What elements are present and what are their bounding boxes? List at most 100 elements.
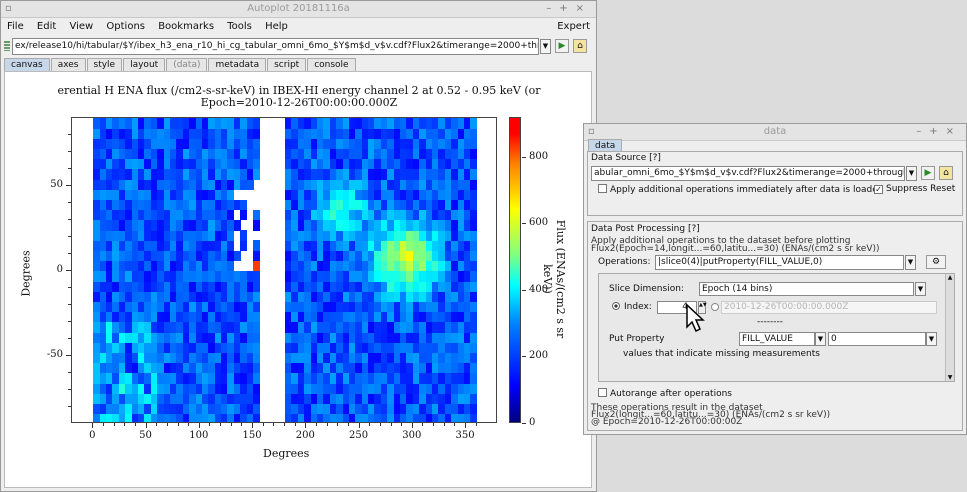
x-minor-tick <box>124 423 126 426</box>
data-window-menu-icon[interactable]: ▫ <box>588 124 595 140</box>
data-source-folder-icon[interactable]: ⌂ <box>939 166 953 180</box>
data-source-input[interactable]: abular_omni_6mo_$Y$m$d_v$v.cdf?Flux2&tim… <box>591 166 905 181</box>
tab-style[interactable]: style <box>86 58 123 71</box>
uri-input[interactable]: ex/release10/hi/tabular/$Y/ibex_h3_ena_r… <box>12 38 539 55</box>
heatmap-cell <box>240 199 248 211</box>
x-tick-label: 300 <box>402 430 422 441</box>
y-minor-tick <box>68 219 71 220</box>
x-tick-label: 350 <box>455 430 475 441</box>
checkbox-box-icon[interactable] <box>598 184 607 193</box>
menu-bookmarks[interactable]: Bookmarks <box>158 21 214 32</box>
post-processing-label[interactable]: Data Post Processing [?] <box>591 224 700 234</box>
result-line-3: @ Epoch=2010-12-26T00:00:00Z <box>591 417 743 427</box>
index-radio[interactable]: Index: <box>612 302 652 312</box>
colorbar-label: Flux (ENAs/(cm2 s sr keV)) <box>541 219 567 339</box>
operations-dropdown-icon[interactable]: ▼ <box>905 255 916 270</box>
x-tick-label: 250 <box>349 430 369 441</box>
window-menu-icon[interactable]: ▫ <box>5 1 12 17</box>
put-property-value-dropdown-icon[interactable]: ▼ <box>926 332 937 346</box>
operations-input[interactable]: |slice0(4)|putProperty(FILL_VALUE,0) <box>655 255 904 270</box>
x-minor-tick <box>379 423 381 426</box>
y-minor-tick <box>68 253 71 254</box>
radio-selected-icon[interactable] <box>612 302 620 310</box>
put-property-name-dropdown-icon[interactable]: ▼ <box>815 332 826 346</box>
slice-dimension-select[interactable]: Epoch (14 bins) <box>699 282 914 296</box>
heatmap-cell <box>470 220 478 231</box>
apply-ops-checkbox[interactable]: Apply additional operations immediately … <box>598 184 883 195</box>
autorange-checkbox[interactable]: Autorange after operations <box>598 388 732 399</box>
drag-handle-icon[interactable] <box>4 41 10 51</box>
x-minor-tick <box>454 423 456 426</box>
browse-folder-icon[interactable]: ⌂ <box>573 39 587 53</box>
tab-script[interactable]: script <box>267 58 307 71</box>
plot-canvas[interactable]: erential H ENA flux (/cm2-s-sr-keV) in I… <box>4 71 592 488</box>
checkbox-box-icon[interactable] <box>598 388 607 397</box>
main-tabs: canvas axes style layout (data) metadata scrip… <box>4 58 357 71</box>
put-property-value-select[interactable]: 0 <box>828 332 926 346</box>
put-property-name-select[interactable]: FILL_VALUE <box>739 332 815 346</box>
window-title: Autoplot 20181116a <box>247 3 350 14</box>
expert-toggle[interactable]: Expert <box>557 18 590 35</box>
heatmap-cell <box>253 322 260 333</box>
colorbar-tick-label: 800 <box>529 150 549 162</box>
editor-scrollbar[interactable]: ▲ ▼ <box>945 274 954 381</box>
go-play-icon[interactable]: ▶ <box>555 39 569 53</box>
y-axis-label: Degrees <box>19 250 33 297</box>
heatmap-cell <box>253 281 260 292</box>
data-source-dropdown-icon[interactable]: ▼ <box>906 166 917 181</box>
menu-tools[interactable]: Tools <box>227 21 252 32</box>
x-tick-label: 100 <box>189 430 209 441</box>
checkmark-icon[interactable]: ✓ <box>874 185 883 194</box>
tab-metadata[interactable]: metadata <box>208 58 267 71</box>
tab-axes[interactable]: axes <box>50 58 86 71</box>
menu-view[interactable]: View <box>69 21 93 32</box>
time-radio-icon[interactable] <box>711 303 719 311</box>
x-minor-tick <box>475 423 477 426</box>
y-minor-tick <box>68 321 71 322</box>
heatmap-cell <box>253 148 260 160</box>
heatmap-cell <box>253 138 260 150</box>
heatmap-plot-area[interactable] <box>71 117 497 423</box>
tab-canvas[interactable]: canvas <box>4 58 50 71</box>
put-property-label: Put Property <box>609 334 665 344</box>
menu-edit[interactable]: Edit <box>37 21 56 32</box>
data-window-controls[interactable]: –+× <box>916 124 962 140</box>
heatmap-cell <box>470 250 478 262</box>
x-minor-tick <box>113 423 115 426</box>
operations-edit-icon[interactable]: ⚙ <box>926 255 946 269</box>
x-minor-tick <box>188 423 190 426</box>
heatmap-cell <box>470 138 478 150</box>
heatmap-cell <box>470 271 478 282</box>
index-label: Index: <box>624 302 652 312</box>
x-minor-tick <box>262 423 264 426</box>
heatmap-cell <box>253 301 260 313</box>
y-tick-label: -50 <box>46 349 63 360</box>
heatmap-cell <box>470 148 478 160</box>
window-controls[interactable]: –+× <box>546 1 592 17</box>
slice-dimension-dropdown-icon[interactable]: ▼ <box>915 282 926 296</box>
heatmap-cell <box>470 311 478 323</box>
heatmap-cell <box>233 220 241 231</box>
time-input[interactable]: 2010-12-26T00:00:00.000Z <box>721 301 937 314</box>
data-source-label[interactable]: Data Source [?] <box>591 153 661 163</box>
heatmap-cell <box>253 158 260 170</box>
tab-layout[interactable]: layout <box>123 58 166 71</box>
heatmap-cell <box>470 230 478 241</box>
data-source-play-icon[interactable]: ▶ <box>921 166 935 180</box>
menu-file[interactable]: File <box>7 21 24 32</box>
suppress-reset-checkbox[interactable]: ✓ Suppress Reset <box>874 184 955 194</box>
uri-row: ex/release10/hi/tabular/$Y/ibex_h3_ena_r… <box>4 38 590 55</box>
tab-console[interactable]: console <box>307 58 356 71</box>
heatmap-cell <box>253 383 260 394</box>
menu-options[interactable]: Options <box>106 21 145 32</box>
menu-help[interactable]: Help <box>265 21 288 32</box>
data-title-bar: ▫ data –+× <box>584 124 966 141</box>
x-minor-tick <box>145 423 147 426</box>
x-minor-tick <box>102 423 104 426</box>
heatmap-cell <box>253 311 260 323</box>
uri-dropdown-arrow-icon[interactable]: ▼ <box>540 39 551 54</box>
x-minor-tick <box>198 423 200 426</box>
heatmap-cell <box>253 413 260 422</box>
y-minor-tick <box>68 338 71 339</box>
tab-data[interactable]: (data) <box>166 58 208 71</box>
